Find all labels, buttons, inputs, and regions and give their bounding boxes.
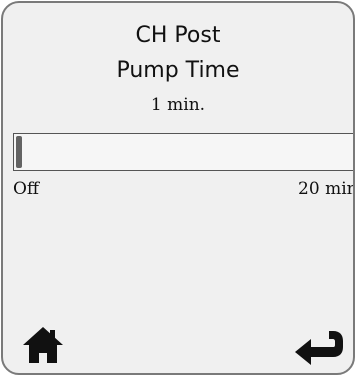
current-value: 1 min. bbox=[150, 95, 206, 115]
home-icon-graphic bbox=[23, 327, 63, 363]
return-arrow-icon[interactable] bbox=[293, 327, 345, 367]
device-screen: CH Post Pump Time 1 min. Off 20 min. bbox=[1, 1, 355, 375]
slider-max-label: 20 min. bbox=[298, 179, 353, 199]
title-line-1: CH Post bbox=[135, 23, 221, 48]
pump-time-slider[interactable] bbox=[13, 133, 353, 171]
return-arrow-graphic bbox=[295, 331, 343, 365]
slider-min-label: Off bbox=[13, 179, 40, 199]
title-line-2: Pump Time bbox=[116, 58, 240, 83]
slider-fill bbox=[16, 136, 22, 168]
home-icon[interactable] bbox=[21, 325, 65, 365]
